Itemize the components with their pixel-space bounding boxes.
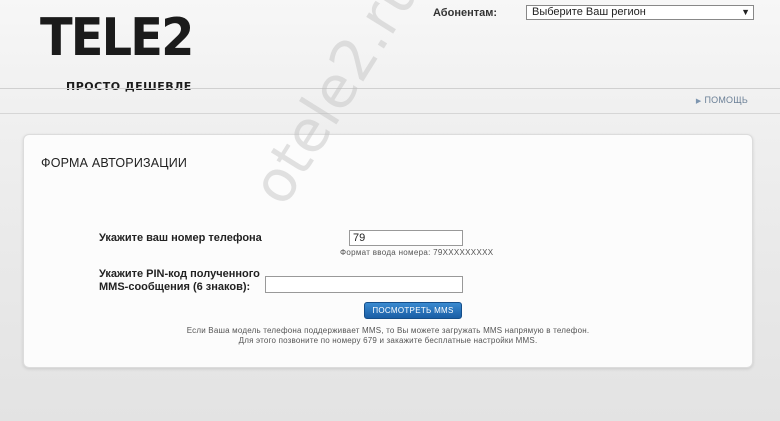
mms-note-line1: Если Ваша модель телефона поддерживает M… xyxy=(186,326,590,335)
mms-note: Если Ваша модель телефона поддерживает M… xyxy=(24,326,752,346)
pin-label-line2: MMS-сообщения (6 знаков): xyxy=(99,281,251,293)
logo-wordmark: TELE2 xyxy=(40,8,194,68)
help-link-label: ПОМОЩЬ xyxy=(704,95,748,105)
pin-label: Укажите PIN-код полученного MMS-сообщени… xyxy=(99,268,289,294)
logo-tagline: ПРОСТО ДЕШЕВЛЕ xyxy=(66,80,192,93)
region-select-value: Выберите Ваш регион xyxy=(532,6,646,18)
tele2-logo[interactable]: TELE2 ПРОСТО ДЕШЕВЛЕ xyxy=(40,8,200,93)
authorization-panel: ФОРМА АВТОРИЗАЦИИ Укажите ваш номер теле… xyxy=(23,134,753,368)
phone-format-hint: Формат ввода номера: 79XXXXXXXXX xyxy=(340,248,494,257)
pin-input[interactable] xyxy=(265,276,463,293)
subscribers-label: Абонентам: xyxy=(433,7,498,19)
help-link[interactable]: ▶ ПОМОЩЬ xyxy=(696,95,748,105)
pin-label-line1: Укажите PIN-код полученного xyxy=(99,268,260,280)
phone-label: Укажите ваш номер телефона xyxy=(99,232,262,244)
chevron-down-icon: ▼ xyxy=(741,7,750,17)
nav-divider xyxy=(0,113,780,114)
mms-note-line2: Для этого позвоните по номеру 679 и зака… xyxy=(238,336,538,345)
form-title: ФОРМА АВТОРИЗАЦИИ xyxy=(41,156,188,170)
view-mms-button[interactable]: ПОСМОТРЕТЬ MMS xyxy=(364,302,462,319)
region-select[interactable]: Выберите Ваш регион ▼ xyxy=(526,5,754,20)
triangle-right-icon: ▶ xyxy=(695,98,702,105)
header-divider xyxy=(0,88,780,89)
phone-input[interactable] xyxy=(349,230,463,246)
